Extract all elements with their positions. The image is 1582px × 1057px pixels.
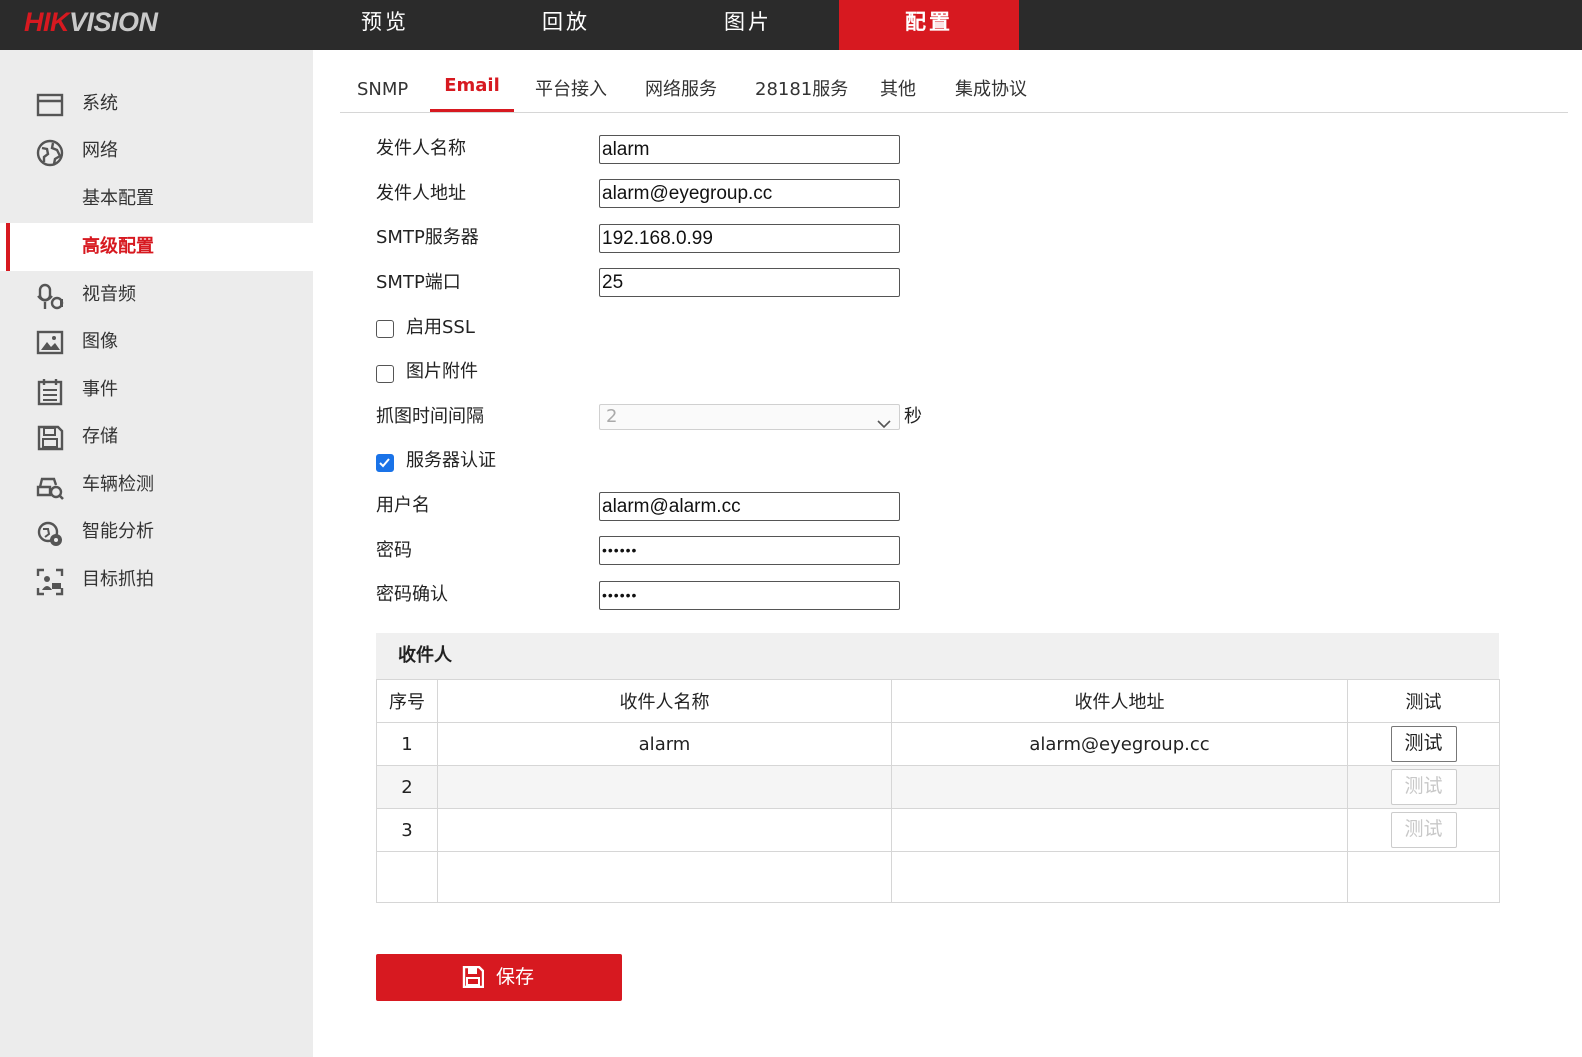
server-auth-label: 服务器认证 bbox=[406, 450, 496, 471]
column-header-test: 测试 bbox=[1347, 679, 1500, 723]
recipient-address-cell[interactable]: alarm@eyegroup.cc bbox=[891, 722, 1348, 766]
nav-preview[interactable]: 预览 bbox=[295, 0, 475, 50]
sender-address-label: 发件人地址 bbox=[376, 183, 466, 204]
test-button[interactable]: 测试 bbox=[1390, 726, 1457, 762]
storage-icon bbox=[36, 425, 64, 451]
sidebar-subitem-basic-config[interactable]: 基本配置 bbox=[0, 175, 313, 223]
capture-interval-select[interactable]: 2 bbox=[599, 404, 900, 430]
row-index: 2 bbox=[376, 765, 438, 809]
tab-other[interactable]: 其他 bbox=[880, 60, 916, 112]
capture-interval-label: 抓图时间间隔 bbox=[376, 406, 484, 427]
image-icon bbox=[36, 330, 64, 356]
username-label: 用户名 bbox=[376, 495, 430, 516]
recipient-address-cell[interactable] bbox=[891, 765, 1348, 809]
tab-email[interactable]: Email bbox=[430, 60, 514, 112]
column-header-address: 收件人地址 bbox=[891, 679, 1348, 723]
password-label: 密码 bbox=[376, 540, 412, 561]
recipient-name-cell[interactable]: alarm bbox=[437, 722, 892, 766]
enable-ssl-label: 启用SSL bbox=[406, 317, 475, 338]
tab-platform-access[interactable]: 平台接入 bbox=[535, 60, 607, 112]
sender-name-label: 发件人名称 bbox=[376, 138, 466, 159]
video-audio-icon bbox=[36, 283, 64, 310]
recipients-table: 序号 收件人名称 收件人地址 测试 1 alarm alarm@eyegroup… bbox=[376, 679, 1500, 903]
hikvision-logo: HIKVISION bbox=[24, 7, 158, 37]
sidebar-item-network[interactable]: 网络 bbox=[0, 127, 313, 174]
nav-configuration[interactable]: 配置 bbox=[839, 0, 1019, 50]
column-header-name: 收件人名称 bbox=[437, 679, 892, 723]
username-input[interactable]: alarm@alarm.cc bbox=[599, 492, 900, 521]
table-empty-row bbox=[376, 851, 1500, 903]
sidebar-item-event[interactable]: 事件 bbox=[0, 366, 313, 413]
chevron-down-icon bbox=[877, 412, 891, 436]
sidebar-item-target-capture[interactable]: 目标抓拍 bbox=[0, 556, 313, 603]
nav-playback[interactable]: 回放 bbox=[476, 0, 656, 50]
enable-ssl-checkbox[interactable] bbox=[376, 320, 394, 338]
nav-picture[interactable]: 图片 bbox=[658, 0, 838, 50]
sidebar-subitem-advanced-config[interactable]: 高级配置 bbox=[0, 223, 313, 271]
password-input[interactable]: •••••• bbox=[599, 536, 900, 565]
save-icon bbox=[462, 965, 485, 993]
event-icon bbox=[36, 378, 64, 406]
server-auth-checkbox[interactable] bbox=[376, 454, 394, 472]
test-button: 测试 bbox=[1390, 769, 1457, 805]
sidebar: 系统 网络 基本配置 高级配置 视音频 图像 事件 存储 车辆检测 智能分析 目… bbox=[0, 50, 313, 1057]
sender-name-input[interactable]: alarm bbox=[599, 135, 900, 164]
attach-image-checkbox[interactable] bbox=[376, 365, 394, 383]
table-row: 2 测试 bbox=[376, 765, 1500, 809]
tab-snmp[interactable]: SNMP bbox=[357, 60, 408, 112]
test-button: 测试 bbox=[1390, 812, 1457, 848]
recipients-header: 收件人 bbox=[376, 633, 1499, 679]
row-index: 1 bbox=[376, 722, 438, 766]
sidebar-item-vehicle-detection[interactable]: 车辆检测 bbox=[0, 461, 313, 508]
capture-interval-unit: 秒 bbox=[904, 406, 922, 427]
vehicle-detection-icon bbox=[36, 473, 64, 500]
table-header-row: 序号 收件人名称 收件人地址 测试 bbox=[376, 679, 1500, 723]
config-tabs: SNMP Email 平台接入 网络服务 28181服务 其他 集成协议 bbox=[340, 60, 1568, 113]
table-row: 1 alarm alarm@eyegroup.cc 测试 bbox=[376, 722, 1500, 766]
check-icon bbox=[379, 458, 390, 468]
smtp-port-label: SMTP端口 bbox=[376, 272, 461, 293]
password-confirm-input[interactable]: •••••• bbox=[599, 581, 900, 610]
row-index: 3 bbox=[376, 808, 438, 852]
sidebar-item-image[interactable]: 图像 bbox=[0, 318, 313, 365]
sidebar-item-video-audio[interactable]: 视音频 bbox=[0, 271, 313, 318]
smart-analysis-icon bbox=[36, 520, 64, 546]
smtp-port-input[interactable]: 25 bbox=[599, 268, 900, 297]
top-nav-bar: HIKVISION 预览 回放 图片 配置 bbox=[0, 0, 1582, 50]
tab-28181-service[interactable]: 28181服务 bbox=[755, 60, 848, 112]
recipient-name-cell[interactable] bbox=[437, 808, 892, 852]
tab-network-service[interactable]: 网络服务 bbox=[645, 60, 717, 112]
sidebar-item-system[interactable]: 系统 bbox=[0, 80, 313, 127]
sidebar-item-storage[interactable]: 存储 bbox=[0, 413, 313, 460]
attach-image-label: 图片附件 bbox=[406, 361, 478, 382]
tab-integration-protocol[interactable]: 集成协议 bbox=[955, 60, 1027, 112]
sender-address-input[interactable]: alarm@eyegroup.cc bbox=[599, 179, 900, 208]
password-confirm-label: 密码确认 bbox=[376, 584, 448, 605]
smtp-server-label: SMTP服务器 bbox=[376, 227, 479, 248]
recipient-name-cell[interactable] bbox=[437, 765, 892, 809]
network-icon bbox=[36, 139, 64, 167]
system-icon bbox=[36, 92, 64, 118]
save-button[interactable]: 保存 bbox=[376, 954, 622, 1001]
target-capture-icon bbox=[36, 568, 64, 596]
sidebar-item-smart-analysis[interactable]: 智能分析 bbox=[0, 508, 313, 555]
recipient-address-cell[interactable] bbox=[891, 808, 1348, 852]
table-row: 3 测试 bbox=[376, 808, 1500, 852]
smtp-server-input[interactable]: 192.168.0.99 bbox=[599, 224, 900, 253]
column-header-index: 序号 bbox=[376, 679, 438, 723]
